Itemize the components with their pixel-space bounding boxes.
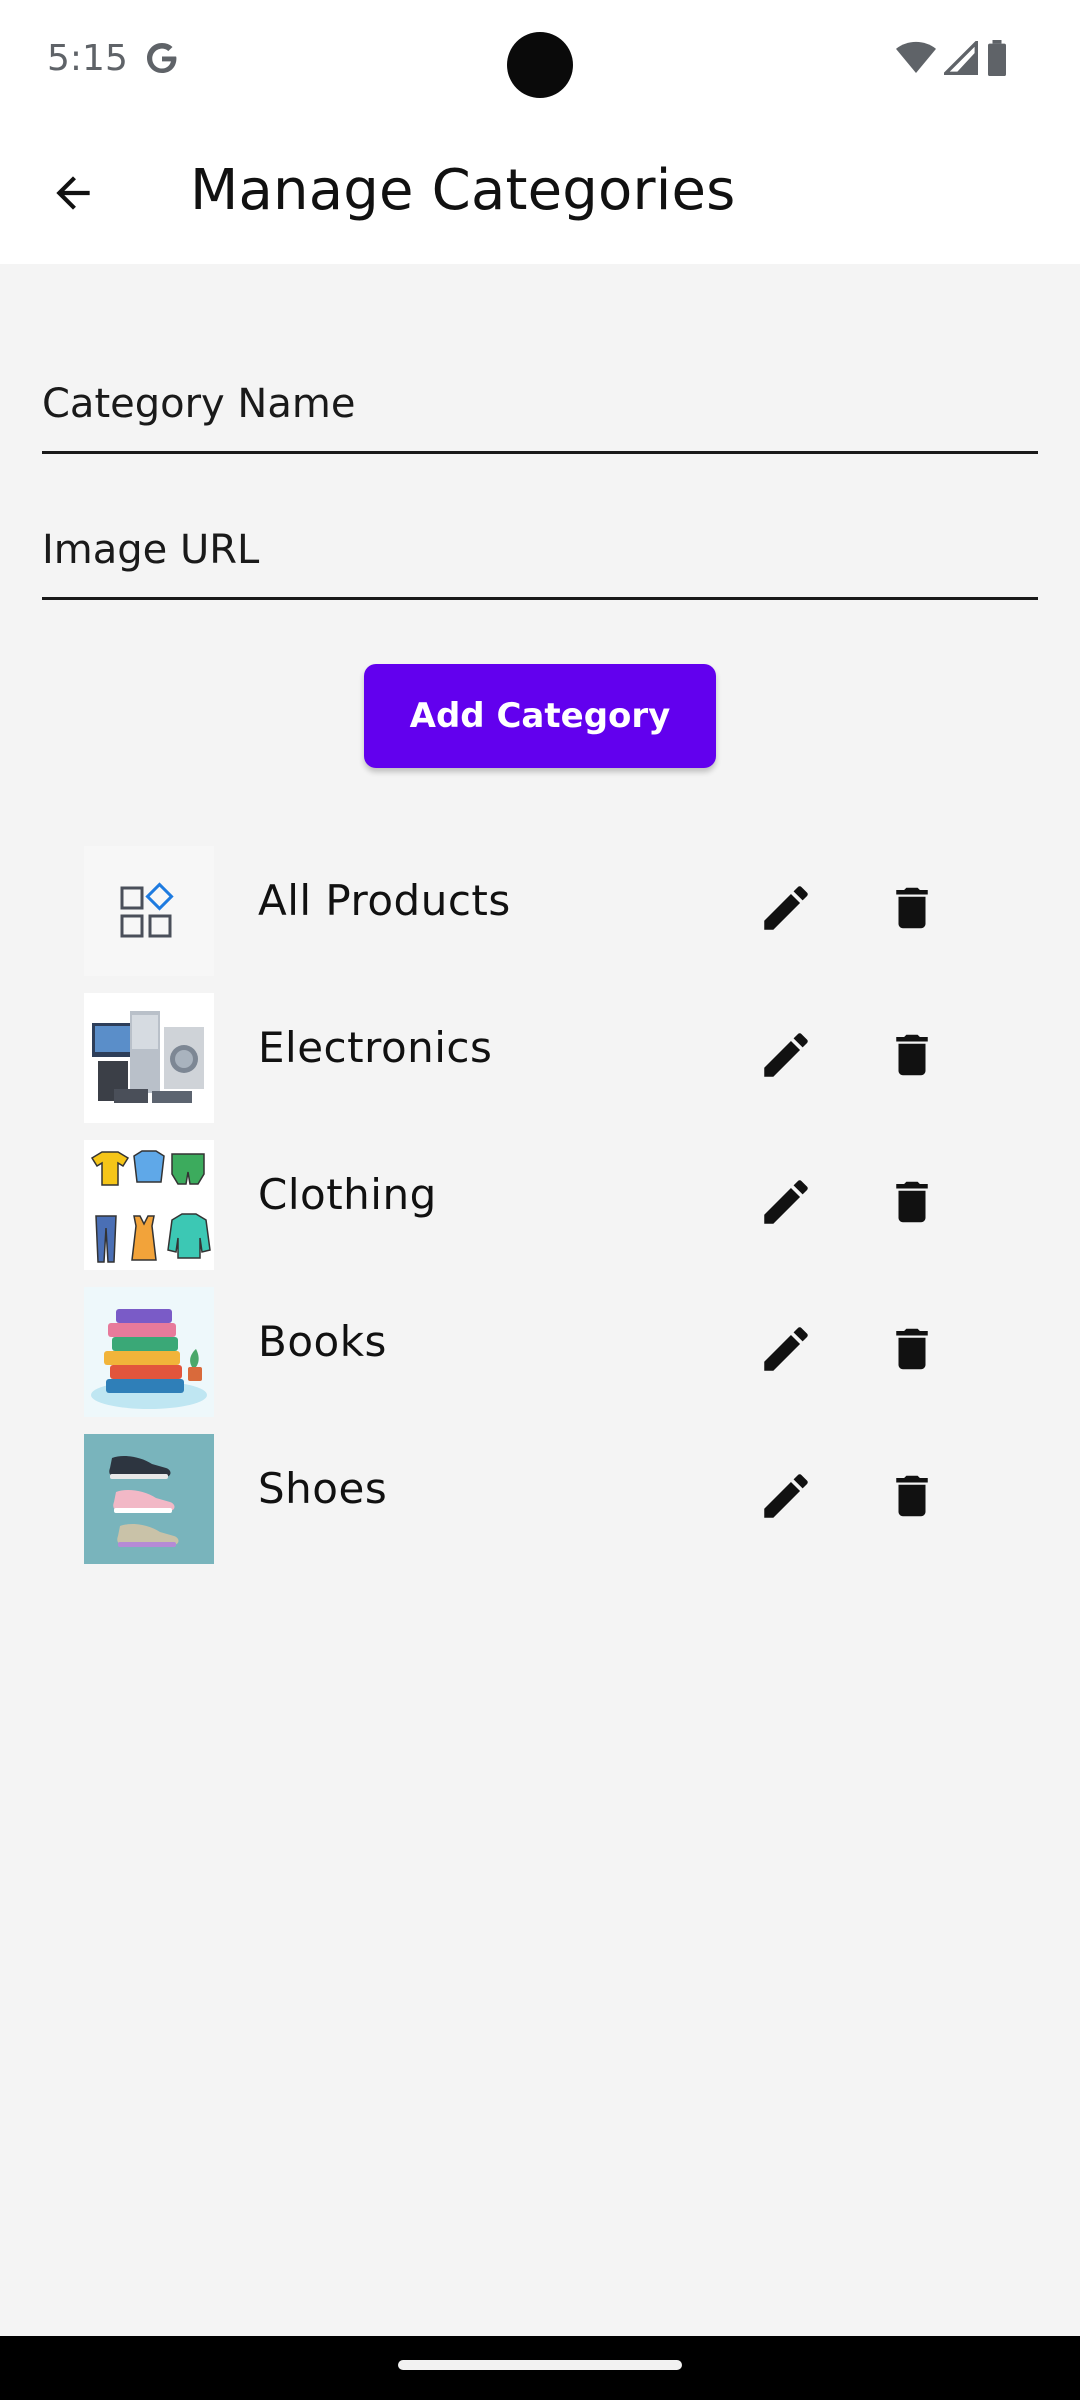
screen: 5:15 Manage Categories Category Name Ima… bbox=[0, 0, 1080, 2400]
wifi-icon bbox=[896, 41, 936, 73]
delete-button[interactable] bbox=[874, 1458, 950, 1534]
category-thumbnail bbox=[84, 1434, 214, 1564]
list-item[interactable]: All Products bbox=[0, 836, 1080, 983]
page-title: Manage Categories bbox=[190, 158, 736, 223]
status-bar: 5:15 bbox=[0, 0, 1080, 122]
delete-button[interactable] bbox=[874, 1311, 950, 1387]
category-label: All Products bbox=[258, 876, 511, 925]
edit-icon bbox=[764, 886, 808, 930]
category-thumbnail bbox=[84, 1140, 214, 1270]
google-icon bbox=[147, 43, 178, 73]
category-name-field bbox=[42, 336, 1038, 454]
delete-icon bbox=[896, 1475, 928, 1517]
edit-button[interactable] bbox=[748, 870, 824, 946]
status-icons bbox=[896, 40, 1008, 76]
camera-cutout bbox=[507, 32, 573, 98]
edit-button[interactable] bbox=[748, 1311, 824, 1387]
category-name-input[interactable] bbox=[42, 336, 1038, 451]
category-label: Books bbox=[258, 1317, 387, 1366]
edit-icon bbox=[764, 1327, 808, 1371]
category-list: All Products Electronics Clothing Books … bbox=[0, 836, 1080, 1571]
list-item[interactable]: Clothing bbox=[0, 1130, 1080, 1277]
category-label: Shoes bbox=[258, 1464, 388, 1513]
edit-icon bbox=[764, 1033, 808, 1077]
home-handle[interactable] bbox=[398, 2360, 682, 2370]
add-category-button[interactable]: Add Category bbox=[364, 664, 716, 768]
edit-button[interactable] bbox=[748, 1164, 824, 1240]
category-thumbnail bbox=[84, 1287, 214, 1417]
image-url-field bbox=[42, 482, 1038, 600]
shoes-image bbox=[84, 1434, 214, 1564]
delete-button[interactable] bbox=[874, 870, 950, 946]
battery-icon bbox=[988, 40, 1006, 76]
list-item[interactable]: Electronics bbox=[0, 983, 1080, 1130]
delete-button[interactable] bbox=[874, 1164, 950, 1240]
edit-button[interactable] bbox=[748, 1458, 824, 1534]
delete-icon bbox=[896, 1328, 928, 1370]
edit-icon bbox=[764, 1180, 808, 1224]
category-thumbnail bbox=[84, 846, 214, 976]
status-time: 5:15 bbox=[47, 38, 128, 79]
category-label: Electronics bbox=[258, 1023, 493, 1072]
arrow-back-icon bbox=[56, 176, 90, 210]
back-button[interactable] bbox=[30, 150, 116, 236]
electronics-image bbox=[84, 993, 214, 1123]
delete-icon bbox=[896, 887, 928, 929]
list-item[interactable]: Shoes bbox=[0, 1424, 1080, 1571]
image-url-input[interactable] bbox=[42, 482, 1038, 597]
edit-button[interactable] bbox=[748, 1017, 824, 1093]
list-item[interactable]: Books bbox=[0, 1277, 1080, 1424]
edit-icon bbox=[764, 1474, 808, 1518]
delete-icon bbox=[896, 1181, 928, 1223]
signal-icon bbox=[944, 41, 978, 75]
category-thumbnail bbox=[84, 993, 214, 1123]
app-bar: Manage Categories bbox=[0, 122, 1080, 264]
category-label: Clothing bbox=[258, 1170, 437, 1219]
delete-button[interactable] bbox=[874, 1017, 950, 1093]
delete-icon bbox=[896, 1034, 928, 1076]
navigation-bar bbox=[0, 2336, 1080, 2400]
clothing-image bbox=[84, 1140, 214, 1270]
grid-icon bbox=[84, 846, 214, 976]
books-image bbox=[84, 1287, 214, 1417]
